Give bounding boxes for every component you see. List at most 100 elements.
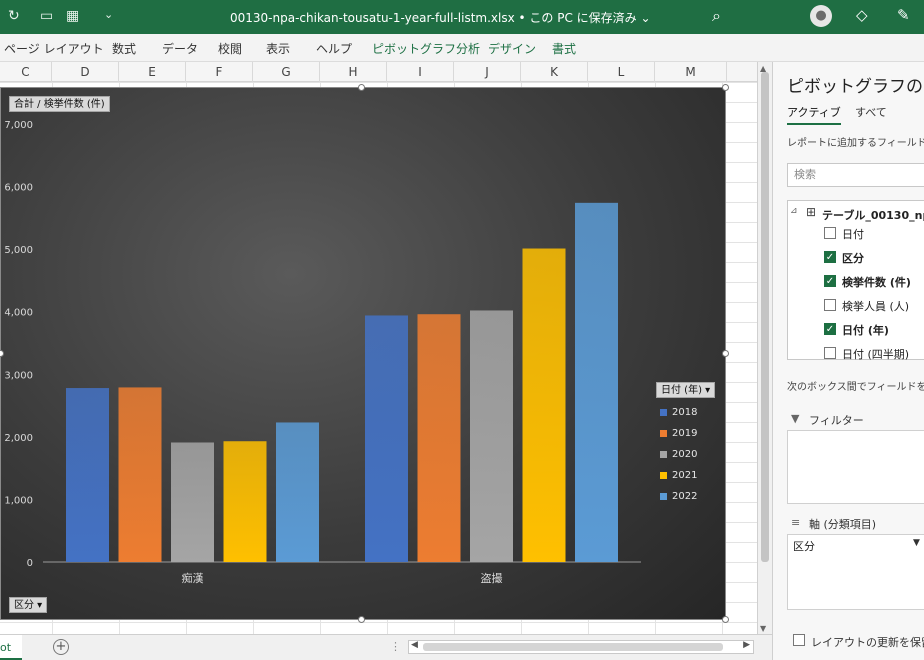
window-title[interactable]: 00130-npa-chikan-tousatu-1-year-full-lis… <box>230 9 651 26</box>
legend-entry[interactable]: 2020 <box>656 444 718 465</box>
legend-entry[interactable]: 2022 <box>656 486 718 507</box>
bar-2018-1[interactable] <box>365 315 408 562</box>
resize-handle[interactable] <box>358 84 365 91</box>
scroll-right-icon[interactable]: ▶ <box>743 640 750 650</box>
axis-icon: ≡ <box>791 516 801 529</box>
bar-2021-1[interactable] <box>522 248 566 562</box>
column-header[interactable]: D <box>52 62 119 82</box>
field-label[interactable]: 区分 <box>842 250 864 266</box>
y-tick-label: 4,000 <box>4 308 33 319</box>
legend-entry[interactable]: 2021 <box>656 465 718 486</box>
bar-2021-0[interactable] <box>223 441 267 562</box>
column-header[interactable]: H <box>320 62 387 82</box>
field-label[interactable]: 日付 (年) <box>842 322 889 338</box>
bar-2019-1[interactable] <box>417 314 461 562</box>
defer-update-label[interactable]: レイアウトの更新を保留す <box>811 634 924 650</box>
column-header[interactable]: L <box>588 62 655 82</box>
field-label[interactable]: 日付 <box>842 226 864 242</box>
y-tick-label: 3,000 <box>4 370 33 381</box>
open-folder-icon[interactable]: ▭ <box>40 8 53 24</box>
defer-update-checkbox[interactable] <box>793 634 805 646</box>
field-checkbox[interactable] <box>824 299 836 311</box>
column-headers: C D E F G H I J K L M <box>0 62 757 82</box>
column-header[interactable]: I <box>387 62 454 82</box>
legend-field-button[interactable]: 日付 (年) ▾ <box>656 382 716 398</box>
field-checkbox[interactable]: ✓ <box>824 323 836 335</box>
collapse-icon[interactable]: ⊿ <box>790 206 798 216</box>
tab-format[interactable]: 書式 <box>552 40 576 57</box>
sheet-tab[interactable]: ot <box>0 635 22 660</box>
legend-entry[interactable]: 2019 <box>656 423 718 444</box>
column-header[interactable]: C <box>0 62 52 82</box>
column-header[interactable]: K <box>521 62 588 82</box>
tab-data[interactable]: データ <box>162 40 198 57</box>
redo-icon[interactable]: ↻ <box>8 8 20 24</box>
bar-2018-0[interactable] <box>66 388 109 562</box>
field-checkbox[interactable]: ✓ <box>824 275 836 287</box>
field-label[interactable]: 日付 (四半期) <box>842 346 909 362</box>
field-checkbox[interactable] <box>824 227 836 239</box>
field-search-input[interactable]: 検索 <box>787 163 924 187</box>
bar-2020-0[interactable] <box>171 442 214 562</box>
bar-2022-0[interactable] <box>276 422 319 562</box>
bar-2019-0[interactable] <box>118 387 162 562</box>
tab-all[interactable]: すべて <box>855 104 887 120</box>
tab-active[interactable]: アクティブ <box>787 104 841 125</box>
customize-quick-access-icon[interactable]: ⌄ <box>104 8 113 21</box>
tab-pivotchart-analyze[interactable]: ピボットグラフ分析 <box>372 40 480 57</box>
value-field-button[interactable]: 合計 / 検挙件数 (件) <box>9 96 110 112</box>
column-header[interactable]: J <box>454 62 521 82</box>
filters-label: フィルター <box>809 414 864 427</box>
tab-formulas[interactable]: 数式 <box>112 40 136 57</box>
horizontal-scrollbar[interactable]: ◀ ▶ <box>408 640 754 654</box>
field-label[interactable]: 検挙件数 (件) <box>842 274 911 290</box>
diamond-icon[interactable]: ◇ <box>856 6 868 24</box>
resize-handle[interactable] <box>722 350 729 357</box>
search-icon[interactable]: ⌕ <box>712 6 721 26</box>
table-name[interactable]: テーブル_00130_np <box>822 207 924 223</box>
scroll-left-icon[interactable]: ◀ <box>411 640 418 650</box>
avatar-icon[interactable]: ● <box>810 5 832 27</box>
axis-field-button[interactable]: 区分 ▾ <box>9 597 48 613</box>
scroll-thumb[interactable] <box>423 643 723 651</box>
resize-handle[interactable] <box>722 616 729 623</box>
pivot-chart[interactable]: 0 1,000 2,000 3,000 4,000 5,000 6,000 7,000 痴漢 盗撮… <box>0 87 726 620</box>
tab-design[interactable]: デザイン <box>488 40 536 57</box>
field-checkbox[interactable]: ✓ <box>824 251 836 263</box>
column-header[interactable]: F <box>186 62 253 82</box>
column-header[interactable]: E <box>119 62 186 82</box>
filters-drop-area[interactable] <box>787 430 924 504</box>
splitter-icon[interactable]: ⋮ <box>390 640 401 653</box>
field-checkbox[interactable] <box>824 347 836 359</box>
bar-2022-1[interactable] <box>575 202 618 562</box>
axis-label: 軸 (分類項目) <box>809 518 877 531</box>
pivotchart-fields-pane: ピボットグラフのフィ アクティブ すべて レポートに追加するフィールドを選 検索… <box>772 62 924 660</box>
tab-review[interactable]: 校閲 <box>218 40 242 57</box>
y-tick-label: 6,000 <box>4 183 33 194</box>
add-sheet-icon[interactable]: + <box>53 639 69 655</box>
column-header[interactable]: M <box>655 62 727 82</box>
quick-access-icon[interactable]: ▦ <box>66 8 79 24</box>
resize-handle[interactable] <box>722 84 729 91</box>
axis-field-item[interactable]: 区分 <box>793 538 815 554</box>
bar-2020-1[interactable] <box>470 310 513 562</box>
title-bar: ↻ ▭ ▦ ⌄ 00130-npa-chikan-tousatu-1-year-… <box>0 0 924 34</box>
tab-view[interactable]: 表示 <box>266 40 290 57</box>
legend-swatch <box>660 493 667 500</box>
legend-swatch <box>660 430 667 437</box>
tab-help[interactable]: ヘルプ <box>316 40 352 57</box>
resize-handle[interactable] <box>358 616 365 623</box>
column-header[interactable]: G <box>253 62 320 82</box>
legend-entry[interactable]: 2018 <box>656 402 718 423</box>
vertical-scrollbar[interactable]: ▲ ▼ <box>757 62 772 638</box>
tab-page-layout[interactable]: ページ レイアウト <box>4 40 104 57</box>
ribbon-tabs: ページ レイアウト 数式 データ 校閲 表示 ヘルプ ピボットグラフ分析 デザイ… <box>0 34 924 62</box>
scroll-down-icon[interactable]: ▼ <box>760 624 766 633</box>
scroll-thumb[interactable] <box>761 72 769 562</box>
pane-title: ピボットグラフのフィ <box>787 77 924 97</box>
chevron-down-icon[interactable]: ▼ <box>913 538 920 548</box>
pen-icon[interactable]: ✎ <box>897 6 910 24</box>
y-tick-label: 2,000 <box>4 433 33 444</box>
chart-legend: 日付 (年) ▾ 2018 2019 2020 2021 2022 <box>656 382 718 507</box>
field-label[interactable]: 検挙人員 (人) <box>842 298 909 314</box>
